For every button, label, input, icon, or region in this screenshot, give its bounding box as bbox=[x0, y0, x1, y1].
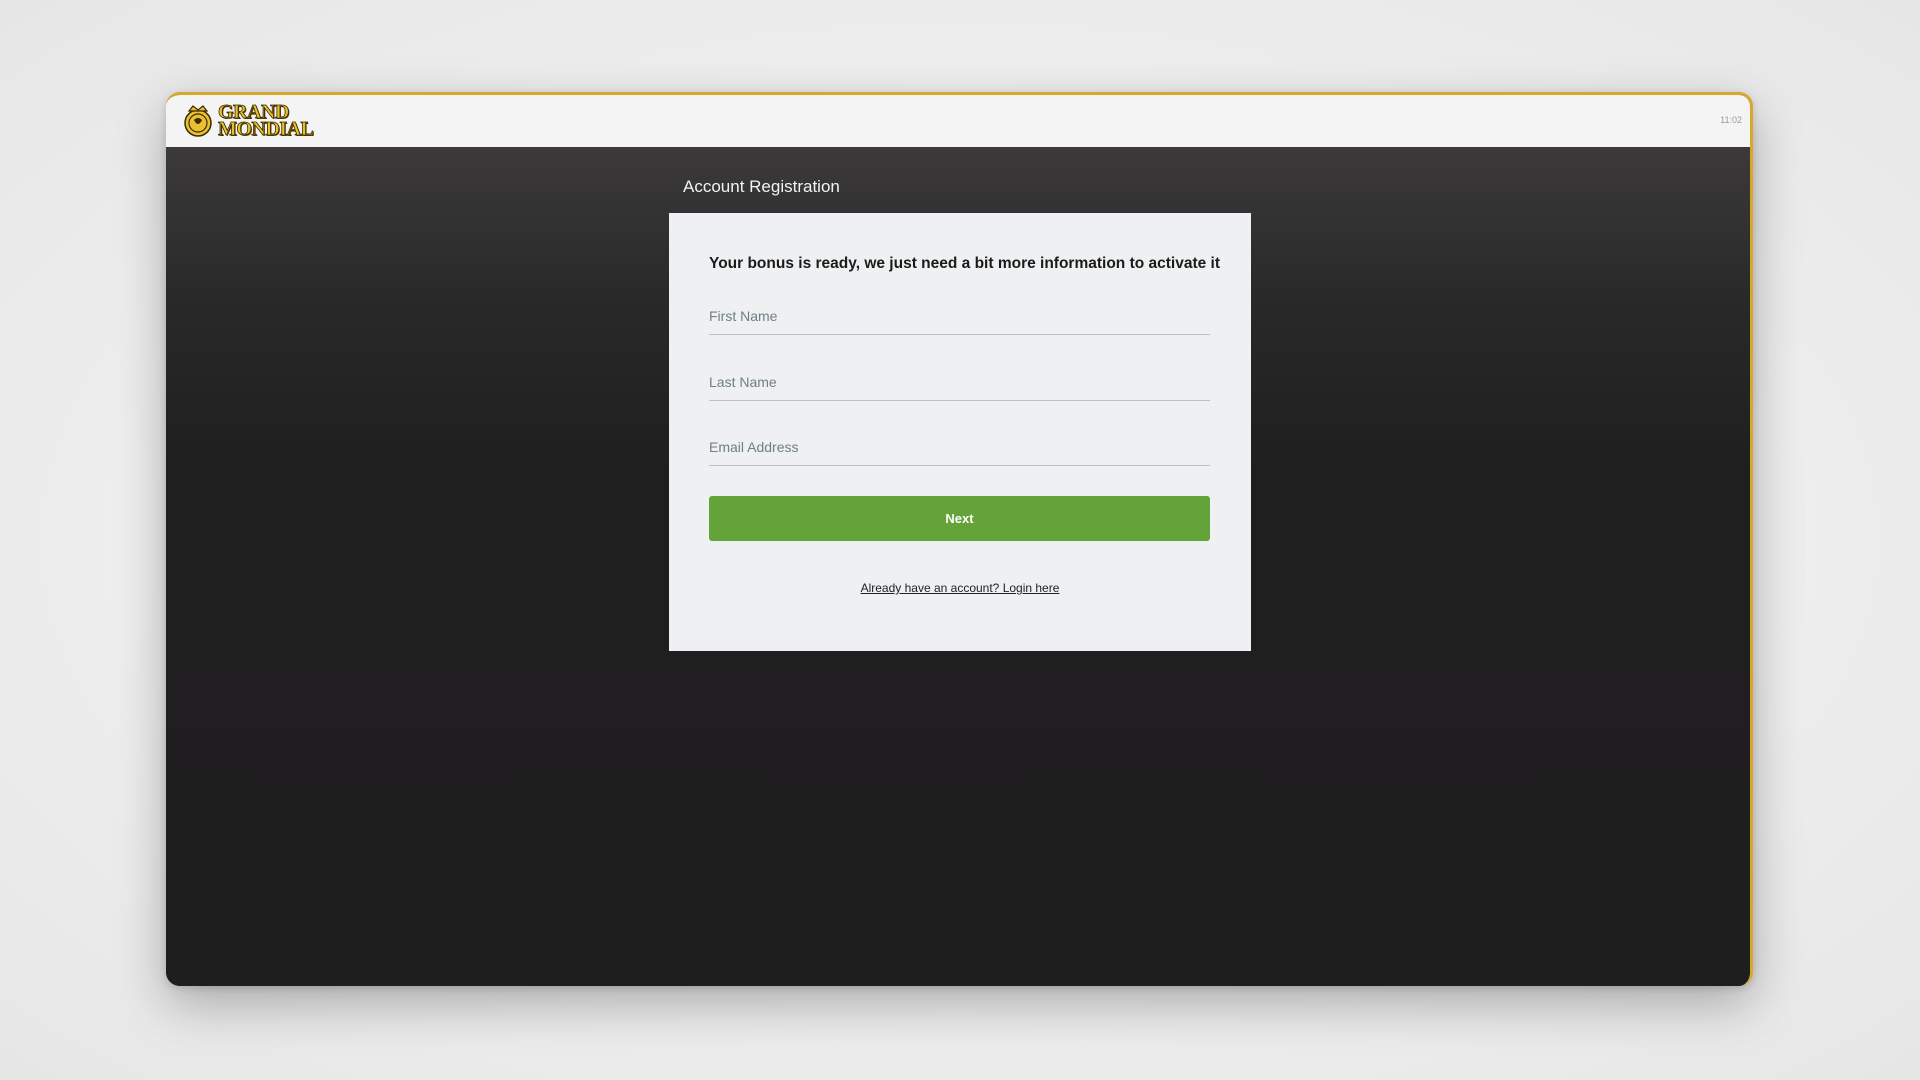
main-content: Account Registration Your bonus is ready… bbox=[166, 147, 1750, 986]
registration-card: Your bonus is ready, we just need a bit … bbox=[669, 213, 1251, 651]
email-input[interactable] bbox=[709, 428, 1210, 466]
page-title: Account Registration bbox=[683, 177, 840, 196]
brand-wordmark: GRAND MONDIAL bbox=[218, 102, 315, 140]
login-link[interactable]: Already have an account? Login here bbox=[669, 581, 1251, 595]
top-bar: GRAND MONDIAL 11:02 bbox=[166, 95, 1750, 148]
bonus-message: Your bonus is ready, we just need a bit … bbox=[709, 255, 1221, 272]
next-button[interactable]: Next bbox=[709, 496, 1210, 541]
last-name-input[interactable] bbox=[709, 363, 1210, 401]
clock-readout: 11:02 bbox=[1720, 115, 1742, 125]
brand-line-2: MONDIAL bbox=[218, 118, 315, 140]
app-window: GRAND MONDIAL 11:02 Account Registration… bbox=[166, 92, 1753, 986]
first-name-input[interactable] bbox=[709, 297, 1210, 335]
crown-emblem-icon bbox=[184, 105, 212, 137]
brand-logo[interactable]: GRAND MONDIAL bbox=[180, 101, 315, 141]
